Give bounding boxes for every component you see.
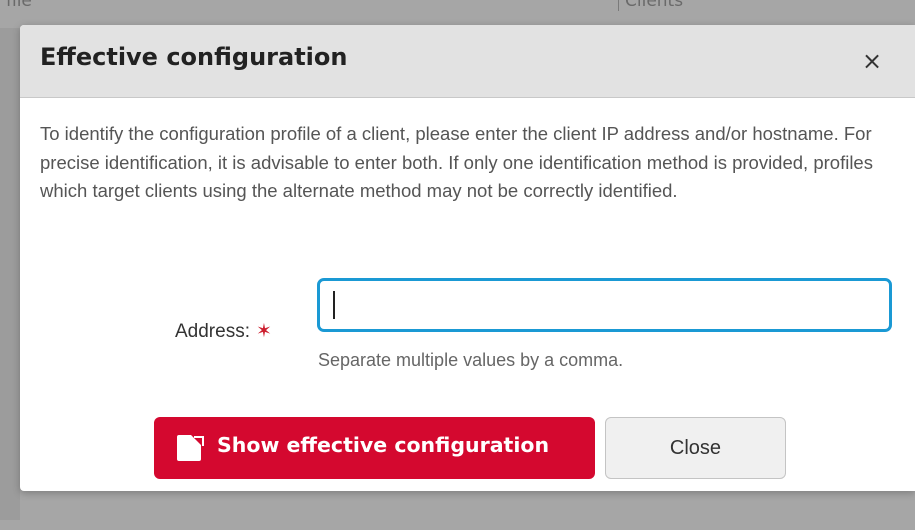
required-asterisk-icon: ✶ [255,321,272,342]
address-label: Address: ✶ [175,320,272,343]
dialog-header: Effective configuration × [20,25,915,98]
show-effective-configuration-button[interactable]: Show effective configuration [154,417,595,479]
background-table-header: file Clients [0,0,915,28]
external-window-icon [177,435,204,461]
show-effective-configuration-label: Show effective configuration [217,433,550,457]
address-label-text: Address: [175,321,250,342]
text-caret [333,291,335,319]
dialog-title: Effective configuration [40,43,348,71]
effective-configuration-dialog: Effective configuration × To identify th… [20,25,915,491]
background-column-header-clients: Clients [618,0,683,11]
address-help-text: Separate multiple values by a comma. [318,350,624,370]
address-input[interactable] [317,278,892,332]
dialog-description: To identify the configuration profile of… [40,123,873,201]
close-button[interactable]: Close [605,417,786,479]
close-icon[interactable]: × [856,45,888,77]
background-left-strip [0,28,20,520]
background-column-header-left: file [6,0,32,11]
